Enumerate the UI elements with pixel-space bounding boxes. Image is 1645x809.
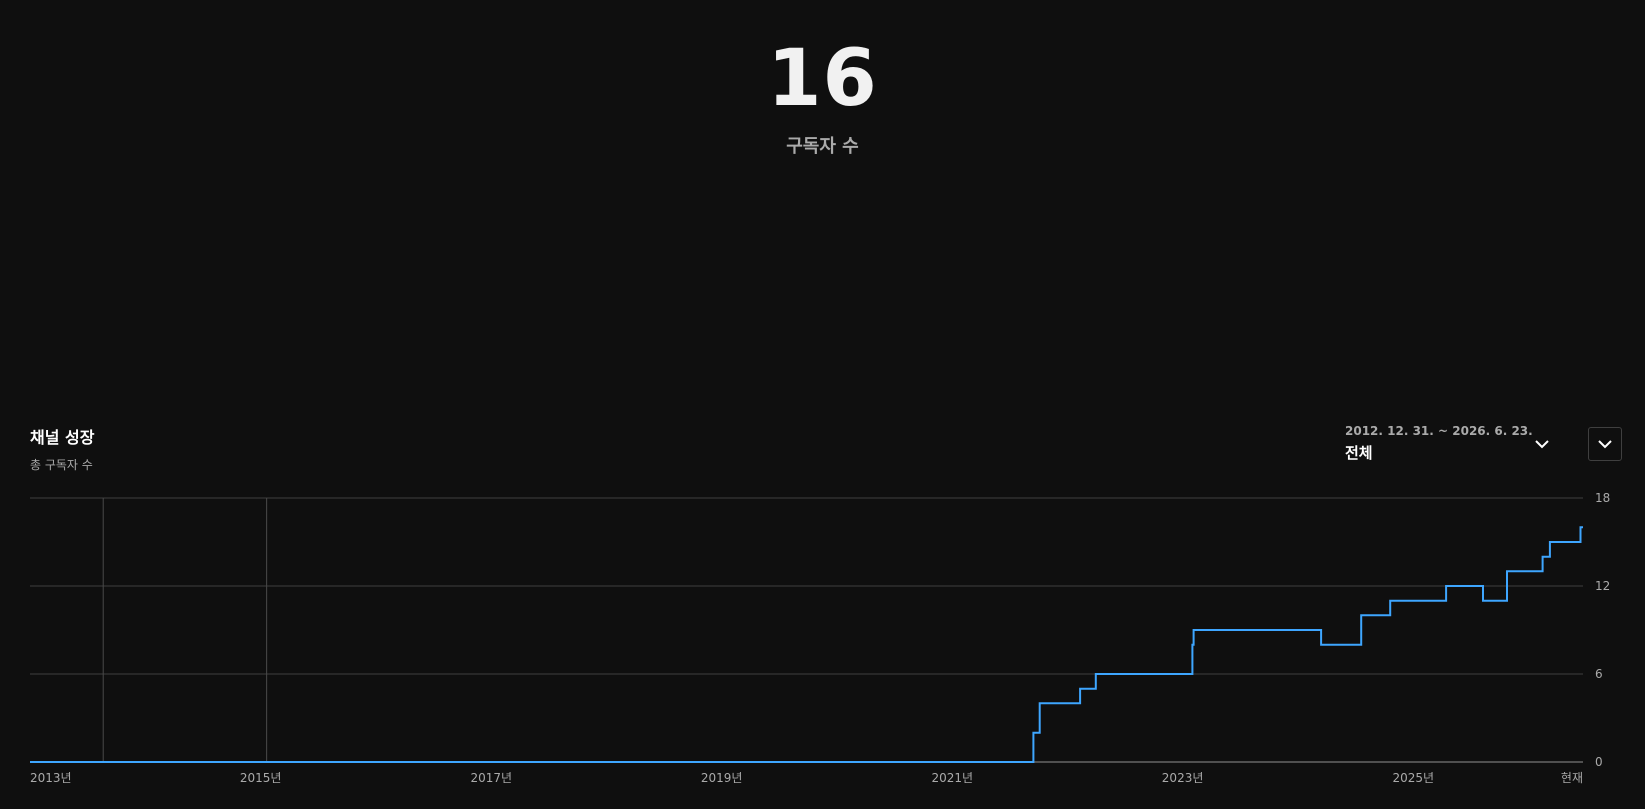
- y-tick-label: 12: [1595, 579, 1610, 593]
- x-tick-label: 2017년: [470, 771, 512, 785]
- x-tick-label: 현재: [1561, 771, 1583, 785]
- x-tick-label: 2025년: [1392, 771, 1434, 785]
- series-line: [30, 526, 1583, 763]
- y-tick-label: 18: [1595, 491, 1610, 505]
- x-tick-label: 2019년: [701, 771, 743, 785]
- subscriber-growth-chart: 0 6 12 18 2013년 2015년 2017년 2019년 2021년 2023년 2025…: [30, 491, 1610, 785]
- x-tick-label: 2021년: [931, 771, 973, 785]
- y-tick-label: 0: [1595, 755, 1603, 769]
- x-tick-label: 2015년: [240, 771, 282, 785]
- x-tick-label: 2023년: [1162, 771, 1204, 785]
- y-tick-label: 6: [1595, 667, 1603, 681]
- x-tick-label: 2013년: [30, 771, 72, 785]
